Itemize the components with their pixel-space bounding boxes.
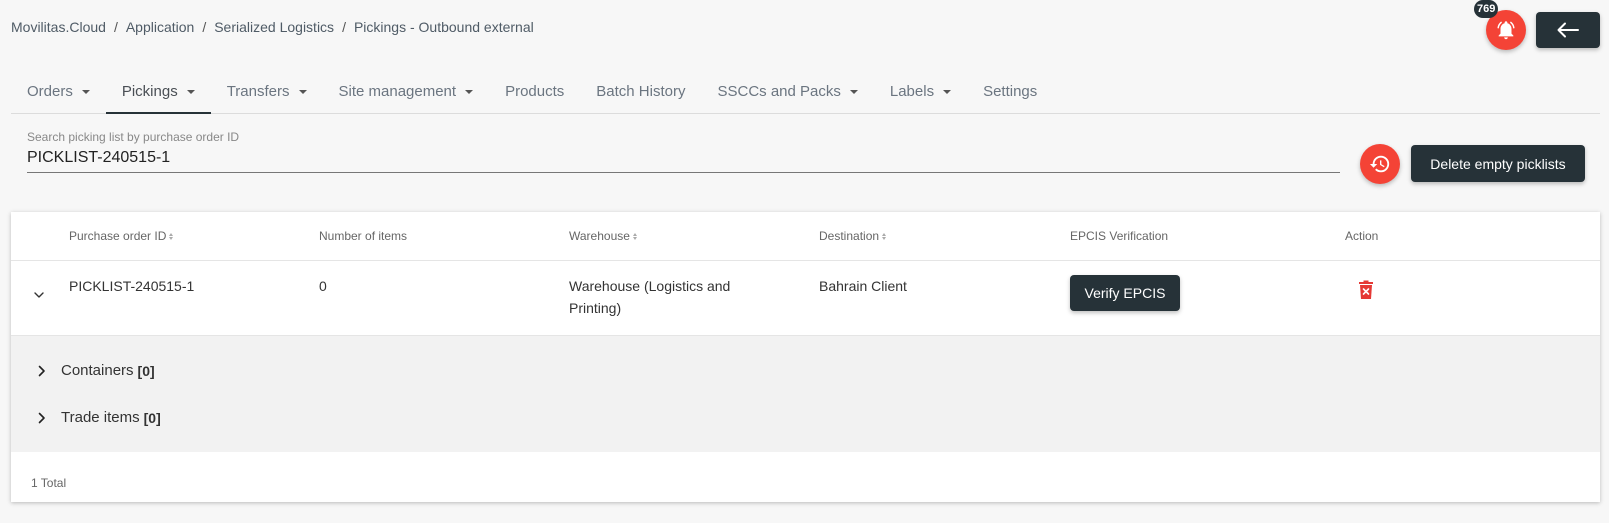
nav-label: Pickings [121, 83, 178, 100]
search-input[interactable] [27, 147, 1340, 173]
caret-down-icon [186, 89, 195, 94]
bell-icon [1497, 21, 1515, 40]
nav-label: Transfers [226, 83, 290, 100]
column-header-label: Action [1345, 229, 1379, 243]
main-nav: Orders Pickings Transfers Site managemen… [11, 70, 1600, 114]
column-header-action: Action [1345, 229, 1378, 243]
chevron-right-icon [35, 364, 49, 378]
containers-expander[interactable]: Containers [0] [35, 362, 155, 379]
trade-items-expander[interactable]: Trade items [0] [35, 409, 161, 426]
history-icon [1369, 155, 1390, 173]
cell-destination: Bahrain Client [819, 278, 907, 294]
total-count: 1 Total [31, 476, 67, 490]
back-button[interactable] [1536, 12, 1600, 48]
nav-orders[interactable]: Orders [11, 70, 106, 113]
containers-label: Containers [61, 362, 134, 379]
column-header-label: Purchase order ID [69, 229, 167, 243]
table-row: PICKLIST-240515-1 0 Warehouse (Logistics… [11, 261, 1600, 336]
row-detail-panel: Containers [0] Trade items [0] [11, 336, 1600, 452]
column-header-destination[interactable]: Destination [819, 229, 887, 243]
column-header-epcis-verification: EPCIS Verification [1070, 229, 1168, 243]
trash-icon [1359, 280, 1373, 299]
breadcrumb-item-current: Pickings - Outbound external [353, 19, 534, 35]
chevron-right-icon [35, 411, 49, 425]
nav-label: Batch History [596, 83, 686, 100]
column-header-warehouse[interactable]: Warehouse [569, 229, 637, 243]
nav-settings[interactable]: Settings [967, 70, 1053, 113]
column-header-purchase-order-id[interactable]: Purchase order ID [69, 229, 174, 243]
column-header-label: Number of items [319, 229, 408, 243]
sort-icon [169, 232, 174, 240]
nav-label: Settings [983, 83, 1038, 100]
cell-purchase-order-id: PICKLIST-240515-1 [69, 278, 195, 294]
trade-items-count: [0] [143, 409, 161, 426]
nav-label: Orders [27, 83, 73, 100]
sort-icon [882, 232, 887, 240]
chevron-down-icon [34, 291, 44, 298]
picking-table: Purchase order ID Number of items Wareho… [11, 212, 1600, 502]
nav-label: Labels [889, 83, 935, 100]
row-collapse-toggle[interactable] [31, 287, 47, 303]
column-header-number-of-items: Number of items [319, 229, 407, 243]
column-header-label: Warehouse [569, 229, 630, 243]
nav-batch-history[interactable]: Batch History [580, 70, 701, 113]
nav-label: SSCCs and Packs [717, 83, 841, 100]
nav-products[interactable]: Products [489, 70, 580, 113]
caret-down-icon [81, 89, 90, 94]
notification-count-badge: 769 [1474, 0, 1499, 18]
breadcrumb-separator: / [202, 19, 207, 35]
nav-pickings[interactable]: Pickings [105, 70, 211, 114]
breadcrumb-item-application[interactable]: Application [126, 19, 195, 35]
trade-items-label: Trade items [61, 409, 140, 426]
search-field: Search picking list by purchase order ID [27, 130, 1340, 173]
sort-icon [632, 232, 637, 240]
containers-count: [0] [137, 362, 155, 379]
delete-empty-picklists-button[interactable]: Delete empty picklists [1411, 145, 1585, 182]
verify-epcis-button[interactable]: Verify EPCIS [1070, 275, 1180, 311]
breadcrumb-item-serialized-logistics[interactable]: Serialized Logistics [214, 19, 334, 35]
cell-warehouse: Warehouse (Logistics and Printing) [569, 278, 731, 316]
nav-ssccs-and-packs[interactable]: SSCCs and Packs [701, 70, 873, 113]
search-label: Search picking list by purchase order ID [27, 130, 240, 144]
caret-down-icon [943, 89, 952, 94]
breadcrumb-separator: / [342, 19, 346, 35]
table-header: Purchase order ID Number of items Wareho… [11, 212, 1600, 261]
nav-label: Site management [338, 83, 457, 100]
nav-site-management[interactable]: Site management [323, 70, 490, 113]
delete-row-button[interactable] [1357, 279, 1375, 301]
column-header-label: Destination [819, 229, 880, 243]
arrow-left-icon [1557, 22, 1579, 38]
nav-label: Products [505, 83, 565, 100]
cell-number-of-items: 0 [319, 278, 327, 294]
column-header-label: EPCIS Verification [1070, 229, 1169, 243]
breadcrumb: Movilitas.Cloud / Application / Serializ… [11, 19, 534, 35]
breadcrumb-item-home[interactable]: Movilitas.Cloud [11, 19, 106, 35]
history-button[interactable] [1360, 144, 1400, 184]
caret-down-icon [849, 89, 858, 94]
caret-down-icon [298, 89, 307, 94]
nav-labels[interactable]: Labels [874, 70, 967, 113]
nav-transfers[interactable]: Transfers [211, 70, 323, 113]
breadcrumb-separator: / [113, 19, 118, 35]
caret-down-icon [465, 89, 474, 94]
